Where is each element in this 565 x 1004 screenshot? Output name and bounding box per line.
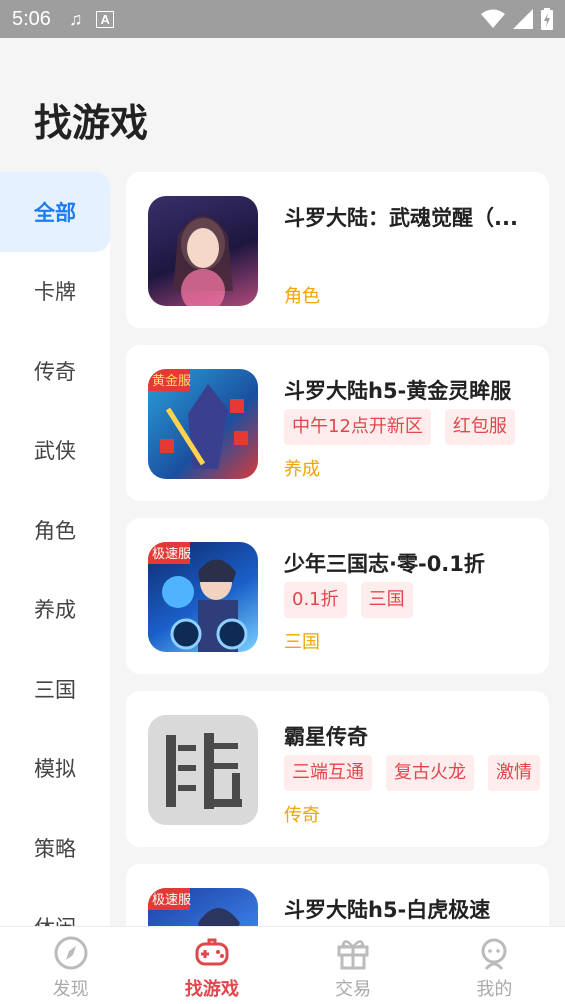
- game-name: 少年三国志·零-0.1折: [284, 552, 485, 576]
- page-title: 找游戏: [34, 101, 149, 145]
- game-card[interactable]: 霸星传奇 三端互通 复古火龙 激情 传奇: [126, 691, 549, 847]
- game-card[interactable]: 斗罗大陆：武魂觉醒（... 角色: [126, 172, 549, 328]
- game-tag: 0.1折: [284, 582, 347, 618]
- tag-list: 三端互通 复古火龙 激情: [284, 755, 549, 791]
- tag-list: 0.1折 三国: [284, 582, 549, 618]
- tab-trade[interactable]: 交易: [283, 927, 424, 1004]
- badge-text: 黄金服: [152, 373, 191, 389]
- game-tag: 激情: [488, 755, 540, 791]
- category-label: 角色: [34, 518, 76, 543]
- keyboard-icon: A: [96, 10, 114, 28]
- gift-icon: [337, 940, 369, 970]
- game-tag: 三国: [360, 582, 413, 618]
- category-all[interactable]: 全部: [0, 172, 110, 252]
- game-genre: 传奇: [284, 805, 320, 826]
- category-three-kingdoms[interactable]: 三国: [0, 649, 110, 729]
- category-wuxia[interactable]: 武侠: [0, 411, 110, 491]
- category-label: 养成: [34, 598, 76, 623]
- category-strategy[interactable]: 策略: [0, 808, 110, 888]
- game-genre: 角色: [284, 286, 320, 307]
- battery-icon: [541, 8, 553, 30]
- category-raising[interactable]: 养成: [0, 570, 110, 650]
- category-casual[interactable]: 休闲: [0, 888, 110, 926]
- bottom-tab-bar: 发现 找游戏 交易 我的: [0, 926, 565, 1004]
- category-label: 传奇: [34, 359, 76, 384]
- tab-label: 找游戏: [184, 979, 239, 1000]
- tab-label: 我的: [476, 979, 513, 1000]
- status-time: 5:06: [12, 7, 51, 30]
- category-card[interactable]: 卡牌: [0, 252, 110, 332]
- game-icon: [148, 715, 258, 825]
- game-icon: 极速服: [148, 542, 258, 652]
- user-icon: [481, 938, 507, 970]
- category-legend[interactable]: 传奇: [0, 331, 110, 411]
- tag-list: 中午12点开新区 红包服: [284, 409, 549, 445]
- category-label: 策略: [34, 836, 76, 861]
- game-list: 斗罗大陆：武魂觉醒（... 角色 黄金服 斗罗大陆h5-黄金灵眸服 中午12点开…: [126, 172, 549, 926]
- game-icon: 极速服: [148, 888, 258, 926]
- game-name: 斗罗大陆h5-黄金灵眸服: [284, 379, 512, 403]
- tab-discover[interactable]: 发现: [0, 927, 141, 1004]
- game-tag: 中午12点开新区: [284, 409, 431, 445]
- game-tag: 复古火龙: [386, 755, 474, 791]
- category-rpg[interactable]: 角色: [0, 490, 110, 570]
- status-bar: 5:06 ♫ A: [0, 0, 565, 38]
- category-label: 休闲: [34, 912, 76, 926]
- game-icon: 黄金服: [148, 369, 258, 479]
- game-name: 斗罗大陆h5-白虎极速: [284, 898, 491, 922]
- game-tag: 三端互通: [284, 755, 372, 791]
- category-simulation[interactable]: 模拟: [0, 729, 110, 809]
- tab-mine[interactable]: 我的: [424, 927, 565, 1004]
- compass-icon: [54, 936, 88, 970]
- game-genre: 养成: [284, 459, 320, 480]
- badge-text: 极速服: [152, 547, 191, 562]
- category-label: 卡牌: [34, 280, 76, 305]
- tab-label: 交易: [335, 979, 372, 1000]
- tab-find-game[interactable]: 找游戏: [141, 927, 282, 1004]
- game-name: 斗罗大陆：武魂觉醒（...: [284, 206, 518, 230]
- game-tag: 红包服: [444, 409, 515, 445]
- game-card[interactable]: 黄金服 斗罗大陆h5-黄金灵眸服 中午12点开新区 红包服 养成: [126, 345, 549, 501]
- gamepad-icon: [195, 938, 229, 966]
- category-label: 模拟: [34, 757, 76, 782]
- signal-icon: [513, 9, 533, 29]
- game-icon: [148, 196, 258, 306]
- category-label: 三国: [34, 677, 76, 702]
- game-name: 霸星传奇: [284, 725, 368, 749]
- game-genre: 三国: [284, 632, 320, 653]
- category-label: 武侠: [34, 439, 76, 464]
- category-label: 全部: [34, 200, 76, 225]
- game-card[interactable]: 极速服 斗罗大陆h5-白虎极速: [126, 864, 549, 926]
- wifi-icon: [481, 9, 505, 28]
- game-card[interactable]: 极速服 少年三国志·零-0.1折 0.1折 三国 三国: [126, 518, 549, 674]
- music-icon: ♫: [68, 8, 83, 29]
- tab-label: 发现: [52, 979, 89, 1000]
- category-sidebar: 全部 卡牌 传奇 武侠 角色 养成 三国 模拟 策略 休闲: [0, 172, 110, 926]
- badge-text: 极速服: [152, 893, 191, 908]
